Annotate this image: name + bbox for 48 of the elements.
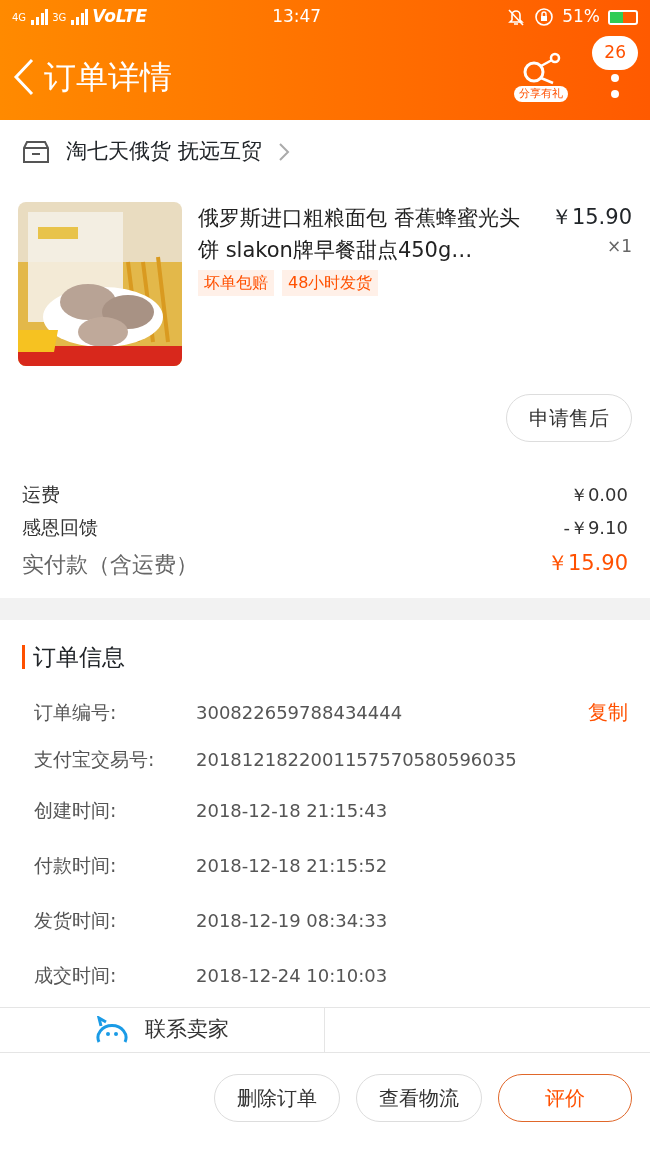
battery-icon (608, 9, 638, 25)
share-icon[interactable] (521, 51, 562, 86)
signal-icon (30, 9, 49, 25)
info-label: 支付宝交易号: (34, 746, 156, 772)
fee-value: ￥15.90 (546, 550, 628, 578)
info-label: 创建时间: (34, 797, 118, 823)
battery-percent: 51% (562, 5, 600, 29)
signal-icon (70, 9, 89, 25)
info-value: 2018121822001157570580596035 (196, 747, 518, 772)
page-title: 订单详情 (44, 57, 173, 98)
share-reward-label: 分享有礼 (514, 85, 569, 103)
info-label: 成交时间: (34, 962, 118, 988)
fee-label: 运费 (22, 482, 60, 508)
service-tag: 坏单包赔 (198, 270, 274, 296)
network-type: 3G (52, 10, 67, 25)
chat-icon[interactable] (95, 1015, 129, 1044)
rotation-lock-icon (534, 7, 555, 27)
info-value: 2018-12-19 08:34:33 (196, 908, 389, 933)
info-value: 2018-12-24 10:10:03 (196, 963, 389, 988)
section-title: 订单信息 (33, 643, 125, 672)
info-label: 付款时间: (34, 852, 118, 878)
after-sales-button[interactable]: 申请售后 (506, 394, 632, 442)
store-icon (22, 140, 50, 164)
mute-bell-icon (506, 7, 527, 27)
fee-value: -￥9.10 (563, 516, 628, 540)
action-button[interactable]: 删除订单 (214, 1074, 340, 1122)
shop-name[interactable]: 淘七天俄货 抚远互贸 (66, 136, 262, 168)
info-value: 300822659788434444 (196, 700, 404, 725)
clock: 13:47 (271, 5, 323, 29)
fee-label: 实付款（含运费） (22, 550, 198, 579)
service-tag: 48小时发货 (282, 270, 379, 296)
quantity: ×1 (605, 234, 632, 258)
network-type: 4G (12, 10, 27, 25)
info-label: 订单编号: (34, 699, 118, 725)
back-icon[interactable] (12, 57, 36, 97)
info-value: 2018-12-18 21:15:52 (196, 853, 389, 878)
more-icon[interactable] (611, 73, 620, 98)
product-title[interactable]: 俄罗斯进口粗粮面包 香蕉蜂蜜光头饼 slakon牌早餐甜点450g… (198, 202, 535, 266)
fee-value: ￥0.00 (569, 483, 628, 507)
fee-label: 感恩回馈 (22, 515, 98, 541)
message-count-badge: 26 (592, 36, 638, 70)
action-button[interactable]: 查看物流 (356, 1074, 482, 1122)
chevron-right-icon (277, 142, 290, 162)
product-price: ￥15.90 (550, 204, 632, 231)
contact-seller-link[interactable]: 联系卖家 (145, 1013, 229, 1046)
info-value: 2018-12-18 21:15:43 (196, 798, 389, 823)
network-label: VoLTE (92, 5, 148, 29)
info-label: 发货时间: (34, 907, 118, 933)
